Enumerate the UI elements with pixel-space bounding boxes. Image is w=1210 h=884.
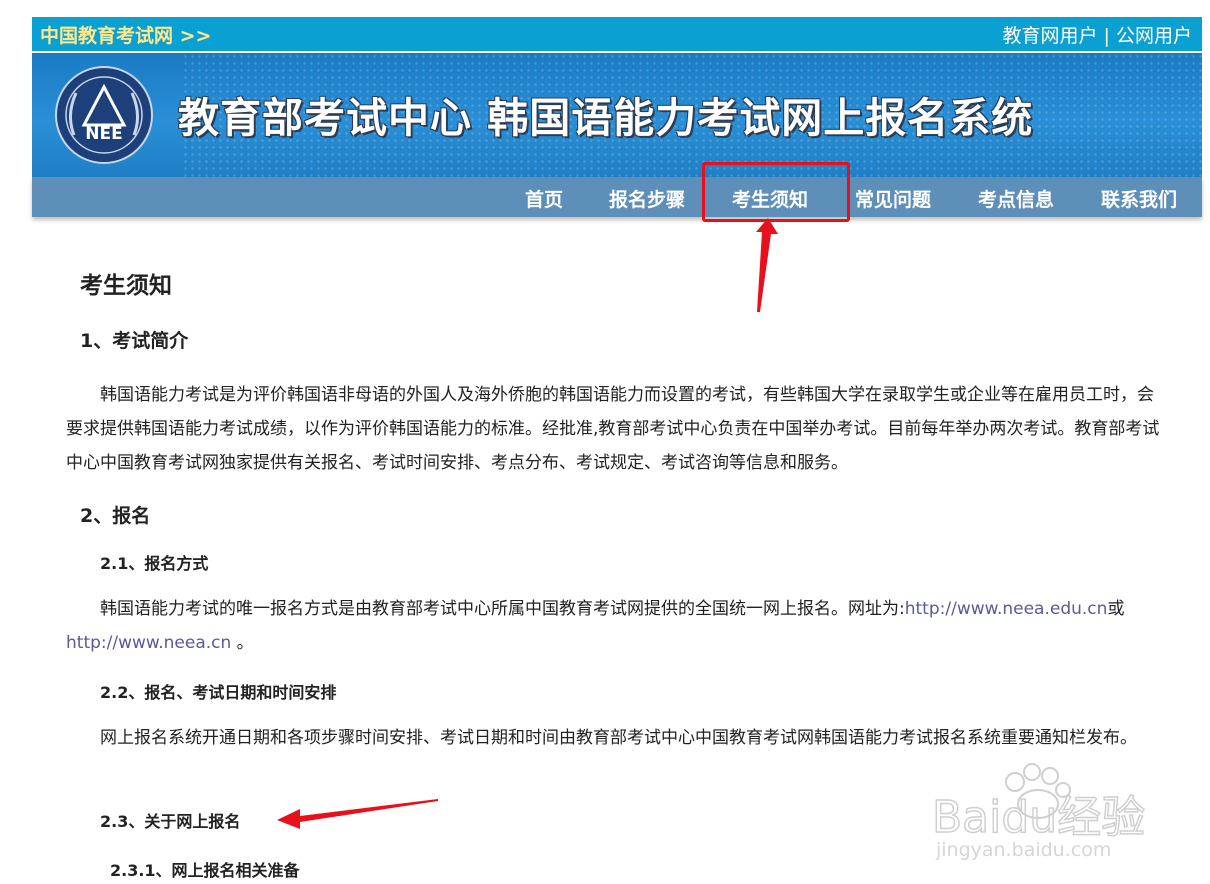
watermark-brand: Baidu经验	[932, 792, 1145, 843]
watermark-url: jingyan.baidu.com	[935, 839, 1111, 860]
baidu-jingyan-watermark: Baidu经验 jingyan.baidu.com	[931, 763, 1146, 860]
annotation-arrow-left	[277, 799, 438, 829]
annotation-arrows	[277, 218, 778, 829]
annotation-arrow-up	[756, 218, 778, 312]
